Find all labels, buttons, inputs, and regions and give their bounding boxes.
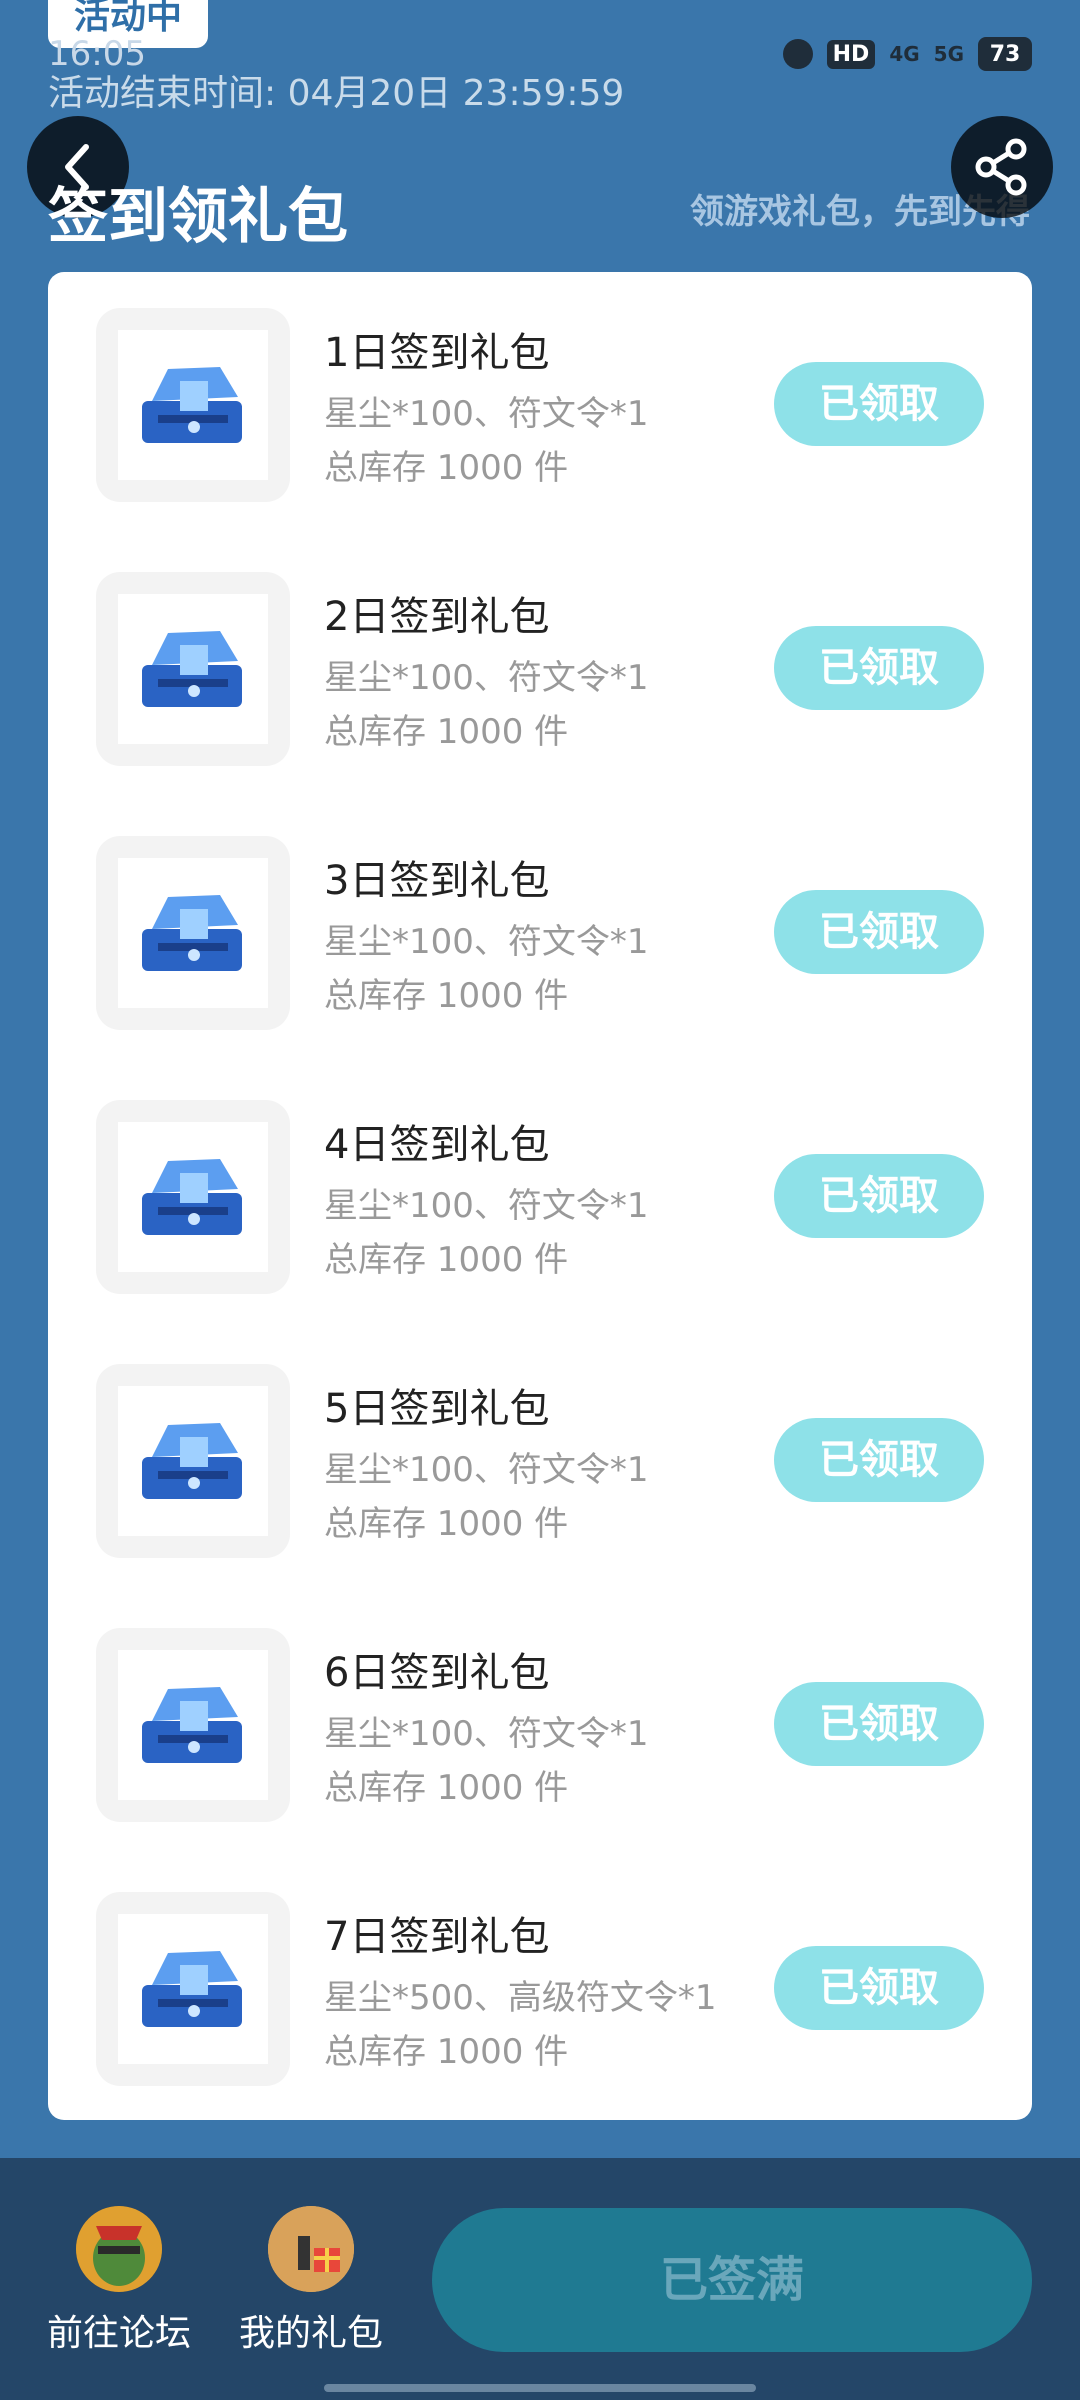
gift-contents: 星尘*100、符文令*1 <box>324 922 649 962</box>
gift-thumbnail <box>96 308 290 502</box>
gift-thumbnail <box>96 836 290 1030</box>
share-button[interactable] <box>951 116 1053 218</box>
treasure-chest-icon <box>142 1951 242 2027</box>
status-bar-icons: HD 4G 5G 73 <box>782 34 1032 74</box>
gift-item: 7日签到礼包 星尘*500、高级符文令*1 总库存 1000 件 已领取 <box>48 1856 1032 2086</box>
claimed-button[interactable]: 已领取 <box>774 890 984 974</box>
gift-item: 4日签到礼包 星尘*100、符文令*1 总库存 1000 件 已领取 <box>48 1064 1032 1294</box>
gift-thumbnail <box>96 572 290 766</box>
claimed-button[interactable]: 已领取 <box>774 362 984 446</box>
claimed-button[interactable]: 已领取 <box>774 1946 984 2030</box>
claimed-button[interactable]: 已领取 <box>774 1418 984 1502</box>
gift-name: 1日签到礼包 <box>324 330 550 376</box>
gift-list-card: 1日签到礼包 星尘*100、符文令*1 总库存 1000 件 已领取 2日签到礼… <box>48 272 1032 2120</box>
gift-name: 3日签到礼包 <box>324 858 550 904</box>
gift-name: 7日签到礼包 <box>324 1914 550 1960</box>
signal-4g-icon: 4G <box>889 42 920 66</box>
treasure-chest-icon <box>142 631 242 707</box>
treasure-chest-icon <box>142 895 242 971</box>
gift-item: 3日签到礼包 星尘*100、符文令*1 总库存 1000 件 已领取 <box>48 800 1032 1030</box>
gift-stock: 总库存 1000 件 <box>324 2032 569 2072</box>
battery-icon: 73 <box>978 37 1032 71</box>
signal-5g-icon: 5G <box>933 42 964 66</box>
gift-name: 4日签到礼包 <box>324 1122 550 1168</box>
gift-contents: 星尘*100、符文令*1 <box>324 1450 649 1490</box>
gift-thumbnail <box>96 1364 290 1558</box>
gift-stock: 总库存 1000 件 <box>324 1768 569 1808</box>
gift-thumbnail <box>96 1892 290 2086</box>
claimed-button[interactable]: 已领取 <box>774 1682 984 1766</box>
gift-name: 6日签到礼包 <box>324 1650 550 1696</box>
gift-contents: 星尘*100、符文令*1 <box>324 1186 649 1226</box>
gift-box-icon <box>268 2206 354 2292</box>
game-avatar-icon <box>76 2206 162 2292</box>
my-gifts-label: 我的礼包 <box>238 2313 383 2354</box>
gift-name: 2日签到礼包 <box>324 594 550 640</box>
my-gifts-nav-button[interactable]: 我的礼包 <box>236 2206 386 2356</box>
treasure-chest-icon <box>142 1159 242 1235</box>
hd-icon: HD <box>826 39 876 69</box>
treasure-chest-icon <box>142 1423 242 1499</box>
gift-contents: 星尘*100、符文令*1 <box>324 394 649 434</box>
gift-item: 6日签到礼包 星尘*100、符文令*1 总库存 1000 件 已领取 <box>48 1592 1032 1822</box>
bottom-action-bar: 前往论坛 我的礼包 已签满 <box>0 2158 1080 2400</box>
gift-item: 1日签到礼包 星尘*100、符文令*1 总库存 1000 件 已领取 <box>48 272 1032 502</box>
home-indicator[interactable] <box>324 2384 756 2392</box>
gift-item: 2日签到礼包 星尘*100、符文令*1 总库存 1000 件 已领取 <box>48 536 1032 766</box>
page-title: 签到领礼包 <box>48 182 348 252</box>
gift-stock: 总库存 1000 件 <box>324 1240 569 1280</box>
alarm-icon <box>782 39 813 69</box>
gift-thumbnail <box>96 1100 290 1294</box>
gift-contents: 星尘*500、高级符文令*1 <box>324 1978 717 2018</box>
gift-contents: 星尘*100、符文令*1 <box>324 658 649 698</box>
activity-end-time: 活动结束时间: 04月20日 23:59:59 <box>48 73 625 114</box>
claimed-button[interactable]: 已领取 <box>774 626 984 710</box>
treasure-chest-icon <box>142 1687 242 1763</box>
page: 活动中 16:05 HD 4G 5G 73 活动结束时间: 04月20日 23:… <box>0 0 1080 2400</box>
gift-stock: 总库存 1000 件 <box>324 1504 569 1544</box>
gift-stock: 总库存 1000 件 <box>324 976 569 1016</box>
forum-nav-button[interactable]: 前往论坛 <box>44 2206 194 2356</box>
gift-contents: 星尘*100、符文令*1 <box>324 1714 649 1754</box>
sign-in-complete-button[interactable]: 已签满 <box>432 2208 1032 2352</box>
gift-item: 5日签到礼包 星尘*100、符文令*1 总库存 1000 件 已领取 <box>48 1328 1032 1558</box>
treasure-chest-icon <box>142 367 242 443</box>
forum-label: 前往论坛 <box>46 2313 191 2354</box>
gift-name: 5日签到礼包 <box>324 1386 550 1432</box>
gift-thumbnail <box>96 1628 290 1822</box>
gift-stock: 总库存 1000 件 <box>324 448 569 488</box>
claimed-button[interactable]: 已领取 <box>774 1154 984 1238</box>
gift-stock: 总库存 1000 件 <box>324 712 569 752</box>
share-icon <box>975 138 1027 196</box>
